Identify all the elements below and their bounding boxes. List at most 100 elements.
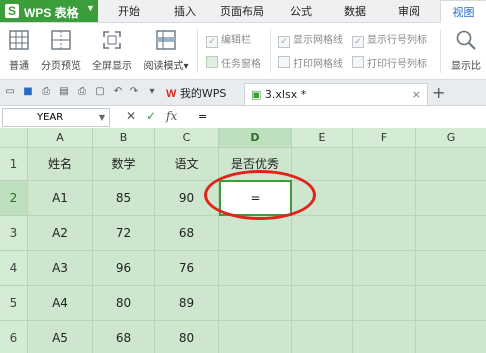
column-header-b[interactable]: B (93, 128, 155, 148)
zoom-button[interactable]: 显示比 (446, 23, 486, 72)
cell-c1[interactable]: 语文 (155, 148, 219, 181)
file-tab[interactable]: ▣ 3.xlsx * × (244, 83, 428, 105)
formula-input[interactable]: = (198, 108, 484, 125)
cell-a6[interactable]: A5 (28, 321, 93, 353)
annotation-ellipse (204, 170, 316, 220)
cell-e1[interactable] (292, 148, 353, 181)
row-header-6[interactable]: 6 (0, 321, 28, 353)
insert-function-icon[interactable]: fx (166, 109, 177, 123)
my-wps-label: 我的WPS (179, 87, 227, 100)
cell-c6[interactable]: 80 (155, 321, 219, 353)
column-header-d[interactable]: D (219, 128, 292, 148)
preview-icon[interactable]: ▢ (94, 86, 106, 98)
column-header-f[interactable]: F (353, 128, 416, 148)
save-icon[interactable]: ■ (22, 86, 34, 98)
normal-view-icon (9, 30, 29, 50)
cell-b4[interactable]: 96 (93, 251, 155, 286)
cell-g5[interactable] (416, 286, 486, 321)
confirm-formula-icon[interactable]: ✓ (146, 109, 156, 123)
cell-b1[interactable]: 数学 (93, 148, 155, 181)
cell-e5[interactable] (292, 286, 353, 321)
column-header-c[interactable]: C (155, 128, 219, 148)
column-header-a[interactable]: A (28, 128, 93, 148)
cell-a4[interactable]: A3 (28, 251, 93, 286)
cell-g4[interactable] (416, 251, 486, 286)
normal-view-button[interactable]: 普通 (4, 23, 34, 72)
column-header-e[interactable]: E (292, 128, 353, 148)
row-header-3[interactable]: 3 (0, 216, 28, 251)
print-icon[interactable]: ⎙ (76, 86, 88, 98)
row-header-5[interactable]: 5 (0, 286, 28, 321)
cell-f4[interactable] (353, 251, 416, 286)
edit-bar-checkbox[interactable]: ✓ 编辑栏 (206, 31, 251, 48)
open-folder-icon[interactable]: ▭ (4, 86, 16, 98)
name-box[interactable]: YEAR ▼ (2, 108, 110, 127)
cell-f2[interactable] (353, 181, 416, 216)
cell-g3[interactable] (416, 216, 486, 251)
cell-a3[interactable]: A2 (28, 216, 93, 251)
print-preview-icon[interactable]: ⎙ (40, 86, 52, 98)
cell-a1[interactable]: 姓名 (28, 148, 93, 181)
cell-b2[interactable]: 85 (93, 181, 155, 216)
reading-mode-caret[interactable]: ▾ (183, 61, 188, 72)
new-tab-button[interactable]: + (432, 83, 445, 102)
tab-review[interactable]: 审阅 (398, 0, 420, 22)
page-break-icon (51, 30, 71, 50)
show-gridlines-checkbox[interactable]: ✓ 显示网格线 (278, 31, 343, 48)
chevron-down-icon: ▼ (98, 113, 105, 122)
fullscreen-button[interactable]: 全屏显示 (88, 23, 136, 72)
cell-d6[interactable] (219, 321, 292, 353)
row-header-1[interactable]: 1 (0, 148, 28, 181)
select-all-corner[interactable] (0, 128, 28, 148)
ribbon-view-panel: 普通 分页预览 全屏显示 阅读模式▾ ✓ 编辑栏 任务窗格 ✓ 显示网格线 打印网格… (0, 23, 486, 80)
cell-b5[interactable]: 80 (93, 286, 155, 321)
cell-f1[interactable] (353, 148, 416, 181)
my-wps-tab[interactable]: W 我的WPS (166, 83, 240, 104)
tab-insert[interactable]: 插入 (174, 0, 196, 22)
print-headers-checkbox[interactable]: 打印行号列标 (352, 55, 427, 70)
empty-checkbox-icon (352, 56, 364, 68)
cell-c3[interactable]: 68 (155, 216, 219, 251)
redo-icon[interactable]: ↷ (128, 86, 140, 98)
row-header-4[interactable]: 4 (0, 251, 28, 286)
spreadsheet-grid[interactable]: A B C D E F G 1 姓名 数学 语文 是否优秀 2 A1 85 90… (0, 128, 486, 353)
app-menu-button[interactable]: S WPS 表格 ▼ (0, 0, 98, 22)
row-header-2[interactable]: 2 (0, 181, 28, 216)
task-pane-checkbox[interactable]: 任务窗格 (206, 55, 261, 70)
cell-e6[interactable] (292, 321, 353, 353)
reading-mode-label: 阅读模式 (143, 61, 184, 72)
cell-a2[interactable]: A1 (28, 181, 93, 216)
print-gridlines-checkbox[interactable]: 打印网格线 (278, 55, 343, 70)
cell-g1[interactable] (416, 148, 486, 181)
reading-mode-button[interactable]: 阅读模式▾ (138, 23, 194, 72)
cell-c5[interactable]: 89 (155, 286, 219, 321)
cell-d4[interactable] (219, 251, 292, 286)
cell-d5[interactable] (219, 286, 292, 321)
tab-view[interactable]: 视图 (440, 0, 486, 23)
cell-b3[interactable]: 72 (93, 216, 155, 251)
undo-icon[interactable]: ↶ (112, 86, 124, 98)
column-header-g[interactable]: G (416, 128, 486, 148)
cell-e3[interactable] (292, 216, 353, 251)
cell-f3[interactable] (353, 216, 416, 251)
page-break-preview-button[interactable]: 分页预览 (36, 23, 86, 72)
export-pdf-icon[interactable]: ▤ (58, 86, 70, 98)
tab-formulas[interactable]: 公式 (290, 0, 312, 22)
tab-page-layout[interactable]: 页面布局 (220, 0, 264, 22)
cell-g6[interactable] (416, 321, 486, 353)
close-tab-icon[interactable]: × (412, 84, 421, 105)
reading-mode-icon (156, 30, 176, 50)
cell-f5[interactable] (353, 286, 416, 321)
cell-d3[interactable] (219, 216, 292, 251)
tab-data[interactable]: 数据 (344, 0, 366, 22)
show-headers-checkbox[interactable]: ✓ 显示行号列标 (352, 31, 427, 48)
cancel-formula-icon[interactable]: ✕ (126, 109, 136, 123)
cell-e4[interactable] (292, 251, 353, 286)
quick-access-menu-icon[interactable]: ▾ (146, 86, 158, 98)
tab-home[interactable]: 开始 (118, 0, 140, 22)
cell-c4[interactable]: 76 (155, 251, 219, 286)
cell-b6[interactable]: 68 (93, 321, 155, 353)
cell-g2[interactable] (416, 181, 486, 216)
cell-a5[interactable]: A4 (28, 286, 93, 321)
cell-f6[interactable] (353, 321, 416, 353)
